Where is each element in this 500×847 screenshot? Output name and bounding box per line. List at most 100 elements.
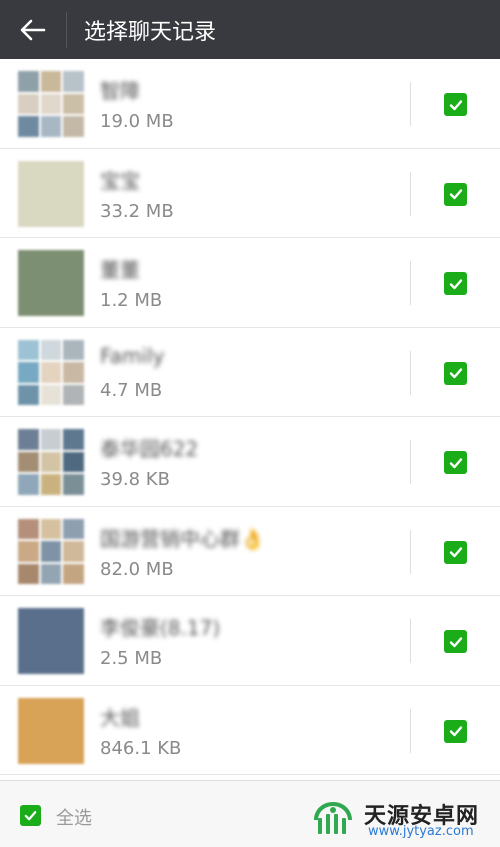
chat-avatar [18,429,84,495]
avatar-tile [18,116,39,137]
row-divider [410,619,411,663]
avatar-tile [63,518,84,540]
avatar-tile [18,384,39,406]
avatar-tile [40,339,62,361]
chat-name: 泰华园622 [100,437,199,461]
watermark-logo [314,802,352,834]
checkmark-icon [449,99,462,110]
avatar-tile [40,563,62,585]
checkmark-icon [449,547,462,558]
chat-avatar [18,608,84,674]
chat-row[interactable]: 大姐 846.1 KB [0,686,500,775]
avatar-tile [63,362,84,383]
checkmark-icon [449,726,462,737]
chat-checkbox[interactable] [444,93,467,116]
chat-size: 846.1 KB [100,737,182,759]
chat-avatar [18,339,84,406]
avatar-tile [18,474,39,495]
chat-avatar [18,518,84,585]
chat-checkbox[interactable] [444,540,467,564]
avatar-tile [40,71,62,92]
back-button[interactable] [0,0,66,59]
avatar-tile [18,362,39,383]
chat-avatar [18,697,84,764]
chat-row[interactable]: 董董 1.2 MB [0,238,500,328]
avatar-tile [18,451,39,473]
avatar-tile [40,116,62,137]
avatar-tile [18,697,84,764]
chat-list: 智障 19.0 MB 宝宝 33.2 MB 董董 1.2 MB Family 4.7 MB 泰华… [0,59,500,775]
chat-avatar [18,71,84,137]
chat-row[interactable]: 李俊豪(8.17) 2.5 MB [0,596,500,686]
avatar-tile [18,563,39,585]
chat-name: 国游营销中心群👌 [100,526,265,551]
checkmark-icon [449,636,462,647]
chat-row[interactable]: 宝宝 33.2 MB [0,149,500,238]
watermark: 天源安卓网 www.jytyaz.com [308,796,498,842]
chat-size: 19.0 MB [100,111,174,132]
avatar-tile [18,160,84,227]
avatar-tile [40,384,62,406]
avatar-tile [40,518,62,540]
avatar-tile [18,541,39,562]
chat-checkbox[interactable] [444,361,467,385]
chat-checkbox[interactable] [444,630,467,653]
avatar-tile [18,339,39,361]
row-divider [410,708,411,753]
chat-name: 智障 [100,79,140,103]
chat-row[interactable]: 泰华园622 39.8 KB [0,417,500,507]
avatar-tile [40,451,62,473]
avatar-tile [40,429,62,450]
chat-row[interactable]: Family 4.7 MB [0,328,500,417]
chat-size: 33.2 MB [100,200,174,222]
select-all-label[interactable]: 全选 [56,804,92,830]
chat-checkbox[interactable] [444,182,467,206]
checkmark-icon [449,278,462,289]
chat-checkbox[interactable] [444,272,467,295]
avatar-tile [40,474,62,495]
avatar-tile [63,541,84,562]
row-divider [410,82,411,126]
avatar-tile [63,384,84,406]
chat-checkbox[interactable] [444,719,467,743]
chat-row[interactable]: 国游营销中心群👌 82.0 MB [0,507,500,596]
avatar-tile [63,93,84,115]
avatar-tile [63,429,84,450]
avatar-tile [63,474,84,495]
avatar-tile [40,93,62,115]
row-divider [410,171,411,216]
avatar-tile [40,541,62,562]
select-all-checkbox[interactable] [20,805,41,826]
chat-checkbox[interactable] [444,451,467,474]
checkmark-icon [449,457,462,468]
row-divider [410,440,411,484]
avatar-tile [63,451,84,473]
chat-row[interactable]: 智障 19.0 MB [0,59,500,149]
header-divider [66,11,67,48]
watermark-url: www.jytyaz.com [368,824,474,839]
chat-size: 82.0 MB [100,558,174,580]
avatar-tile [63,116,84,137]
chat-size: 2.5 MB [100,648,163,669]
avatar-tile [63,563,84,585]
avatar-tile [18,71,39,92]
checkmark-icon [449,368,462,379]
avatar-tile [40,362,62,383]
avatar-tile [18,429,39,450]
page-title: 选择聊天记录 [84,19,217,45]
avatar-tile [18,518,39,540]
checkmark-icon [449,189,462,200]
top-bar: 选择聊天记录 [0,0,500,59]
chat-name: 李俊豪(8.17) [100,616,221,640]
avatar-tile [18,250,84,316]
chat-size: 1.2 MB [100,290,163,311]
chat-name: Family [100,343,165,368]
chat-size: 4.7 MB [100,379,163,401]
chat-name: 宝宝 [100,168,140,193]
chat-size: 39.8 KB [100,469,170,490]
chat-name: 董董 [100,258,140,282]
row-divider [410,350,411,395]
checkmark-icon [24,811,37,821]
avatar-tile [63,339,84,361]
row-divider [410,529,411,574]
